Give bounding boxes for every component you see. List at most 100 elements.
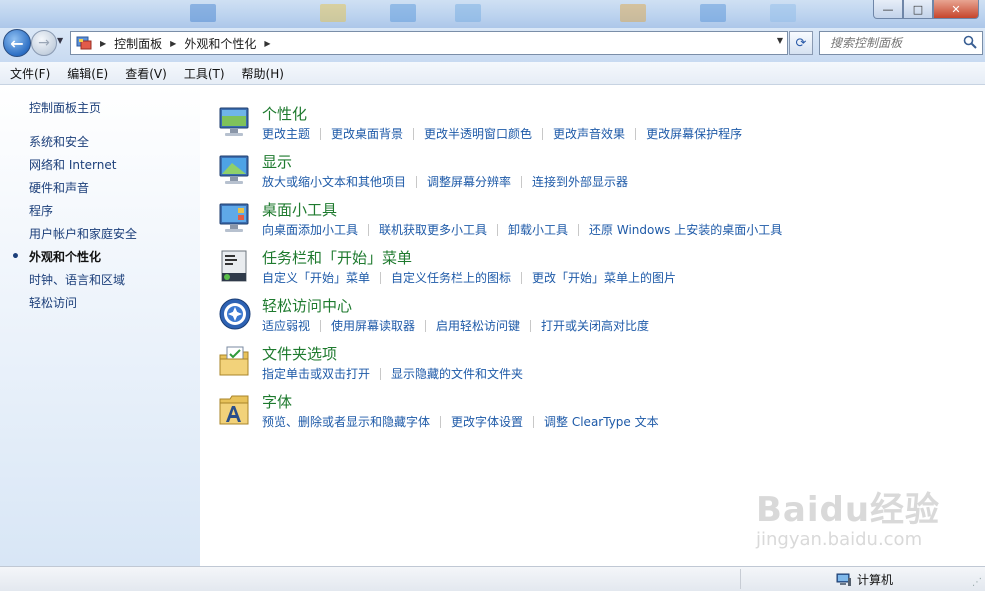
- link-separator: [578, 224, 580, 236]
- task-link[interactable]: 启用轻松访问键: [436, 317, 520, 334]
- folder-options-icon[interactable]: [218, 345, 252, 379]
- task-link[interactable]: 更改字体设置: [451, 413, 523, 430]
- task-link[interactable]: 更改屏幕保护程序: [646, 125, 742, 142]
- task-link[interactable]: 向桌面添加小工具: [262, 221, 358, 238]
- task-link[interactable]: 更改声音效果: [553, 125, 625, 142]
- link-separator: [416, 176, 418, 188]
- back-arrow-icon: ←: [10, 33, 24, 53]
- glass-background: [390, 4, 416, 22]
- task-link[interactable]: 使用屏幕读取器: [331, 317, 415, 334]
- control-panel-home-link[interactable]: 控制面板主页: [29, 99, 101, 116]
- task-link[interactable]: 适应弱视: [262, 317, 310, 334]
- link-separator: [533, 416, 535, 428]
- menu-view[interactable]: 查看(V): [115, 65, 174, 82]
- minimize-button[interactable]: —: [873, 0, 903, 19]
- link-separator: [413, 128, 415, 140]
- task-link[interactable]: 联机获取更多小工具: [379, 221, 487, 238]
- task-link[interactable]: 自定义任务栏上的图标: [391, 269, 511, 286]
- task-link[interactable]: 预览、删除或者显示和隐藏字体: [262, 413, 430, 430]
- link-separator: [530, 320, 532, 332]
- glass-background: [700, 4, 726, 22]
- left-nav-pane: 控制面板主页 系统和安全 网络和 Internet 硬件和声音 程序 用户帐户和…: [0, 85, 200, 566]
- ease-of-access-icon[interactable]: [218, 297, 252, 331]
- task-link[interactable]: 更改「开始」菜单上的图片: [532, 269, 676, 286]
- refresh-button[interactable]: ⟳: [789, 31, 813, 55]
- sidebar-item-clock-language-region[interactable]: 时钟、语言和区域: [0, 269, 200, 292]
- window-controls: — □ ✕: [873, 0, 979, 19]
- task-link[interactable]: 连接到外部显示器: [532, 173, 628, 190]
- address-dropdown-icon[interactable]: ▼: [777, 36, 783, 45]
- title-bar: — □ ✕: [0, 0, 985, 30]
- baidu-watermark: Baidu经验 jingyan.baidu.com: [756, 482, 940, 550]
- link-separator: [440, 416, 442, 428]
- main-content: 个性化 更改主题 更改桌面背景 更改半透明窗口颜色 更改声音效果 更改屏幕保护程…: [200, 85, 985, 566]
- task-link[interactable]: 放大或缩小文本和其他项目: [262, 173, 406, 190]
- link-separator: [497, 224, 499, 236]
- task-link[interactable]: 更改桌面背景: [331, 125, 403, 142]
- glass-background: [455, 4, 481, 22]
- sidebar-item-hardware-sound[interactable]: 硬件和声音: [0, 177, 200, 200]
- display-monitor-icon[interactable]: [218, 153, 252, 187]
- task-link[interactable]: 打开或关闭高对比度: [541, 317, 649, 334]
- category-title[interactable]: 字体: [262, 391, 292, 412]
- link-separator: [542, 128, 544, 140]
- sidebar-item-ease-of-access[interactable]: 轻松访问: [0, 292, 200, 315]
- search-icon[interactable]: [963, 35, 977, 49]
- category-title[interactable]: 任务栏和「开始」菜单: [262, 247, 412, 268]
- close-button[interactable]: ✕: [933, 0, 979, 19]
- glass-background: [320, 4, 346, 22]
- sidebar-item-user-accounts[interactable]: 用户帐户和家庭安全: [0, 223, 200, 246]
- sidebar-item-network-internet[interactable]: 网络和 Internet: [0, 154, 200, 177]
- personalization-monitor-icon[interactable]: [218, 105, 252, 139]
- desktop-gadgets-icon[interactable]: [218, 201, 252, 235]
- category-links: 自定义「开始」菜单 自定义任务栏上的图标 更改「开始」菜单上的图片: [262, 269, 676, 286]
- glass-background: [620, 4, 646, 22]
- breadcrumb-arrow-icon[interactable]: ▶: [100, 39, 106, 48]
- category-title[interactable]: 文件夹选项: [262, 343, 337, 364]
- forward-button[interactable]: →: [31, 30, 57, 56]
- sidebar-item-appearance-current[interactable]: 外观和个性化: [0, 246, 200, 269]
- refresh-icon: ⟳: [795, 35, 807, 51]
- menu-help[interactable]: 帮助(H): [232, 65, 291, 82]
- address-bar[interactable]: ▶ 控制面板 ▶ 外观和个性化 ▶ ▼: [70, 31, 788, 55]
- status-computer: 计算机: [836, 571, 893, 588]
- resize-grip-icon[interactable]: ⋰: [972, 577, 982, 588]
- category-links: 指定单击或双击打开 显示隐藏的文件和文件夹: [262, 365, 523, 382]
- category-title[interactable]: 桌面小工具: [262, 199, 337, 220]
- breadcrumb-arrow-icon[interactable]: ▶: [264, 39, 270, 48]
- task-link[interactable]: 调整 ClearType 文本: [544, 413, 659, 430]
- category-links: 预览、删除或者显示和隐藏字体 更改字体设置 调整 ClearType 文本: [262, 413, 659, 430]
- category-title[interactable]: 显示: [262, 151, 292, 172]
- back-button[interactable]: ←: [3, 29, 31, 57]
- breadcrumb-arrow-icon[interactable]: ▶: [170, 39, 176, 48]
- breadcrumb-control-panel[interactable]: 控制面板: [114, 35, 162, 52]
- category-links: 适应弱视 使用屏幕读取器 启用轻松访问键 打开或关闭高对比度: [262, 317, 649, 334]
- search-box: [819, 31, 983, 55]
- menu-edit[interactable]: 编辑(E): [57, 65, 115, 82]
- taskbar-icon[interactable]: [218, 249, 252, 283]
- task-link[interactable]: 还原 Windows 上安装的桌面小工具: [589, 221, 782, 238]
- menu-file[interactable]: 文件(F): [0, 65, 57, 82]
- maximize-button[interactable]: □: [903, 0, 933, 19]
- link-separator: [380, 368, 382, 380]
- menu-bar: 文件(F) 编辑(E) 查看(V) 工具(T) 帮助(H): [0, 62, 985, 85]
- task-link[interactable]: 调整屏幕分辨率: [427, 173, 511, 190]
- sidebar-item-programs[interactable]: 程序: [0, 200, 200, 223]
- task-link[interactable]: 自定义「开始」菜单: [262, 269, 370, 286]
- task-link[interactable]: 卸载小工具: [508, 221, 568, 238]
- task-link[interactable]: 更改半透明窗口颜色: [424, 125, 532, 142]
- breadcrumb-appearance[interactable]: 外观和个性化: [184, 35, 256, 52]
- menu-tools[interactable]: 工具(T): [174, 65, 232, 82]
- category-title[interactable]: 个性化: [262, 103, 307, 124]
- history-dropdown-icon[interactable]: ▼: [57, 36, 63, 45]
- category-title[interactable]: 轻松访问中心: [262, 295, 352, 316]
- task-link[interactable]: 指定单击或双击打开: [262, 365, 370, 382]
- status-computer-label: 计算机: [857, 573, 894, 587]
- link-separator: [380, 272, 382, 284]
- search-input[interactable]: [828, 35, 962, 51]
- task-link[interactable]: 显示隐藏的文件和文件夹: [391, 365, 523, 382]
- task-link[interactable]: 更改主题: [262, 125, 310, 142]
- sidebar-item-system-security[interactable]: 系统和安全: [0, 131, 200, 154]
- fonts-folder-icon[interactable]: [218, 393, 252, 427]
- link-separator: [635, 128, 637, 140]
